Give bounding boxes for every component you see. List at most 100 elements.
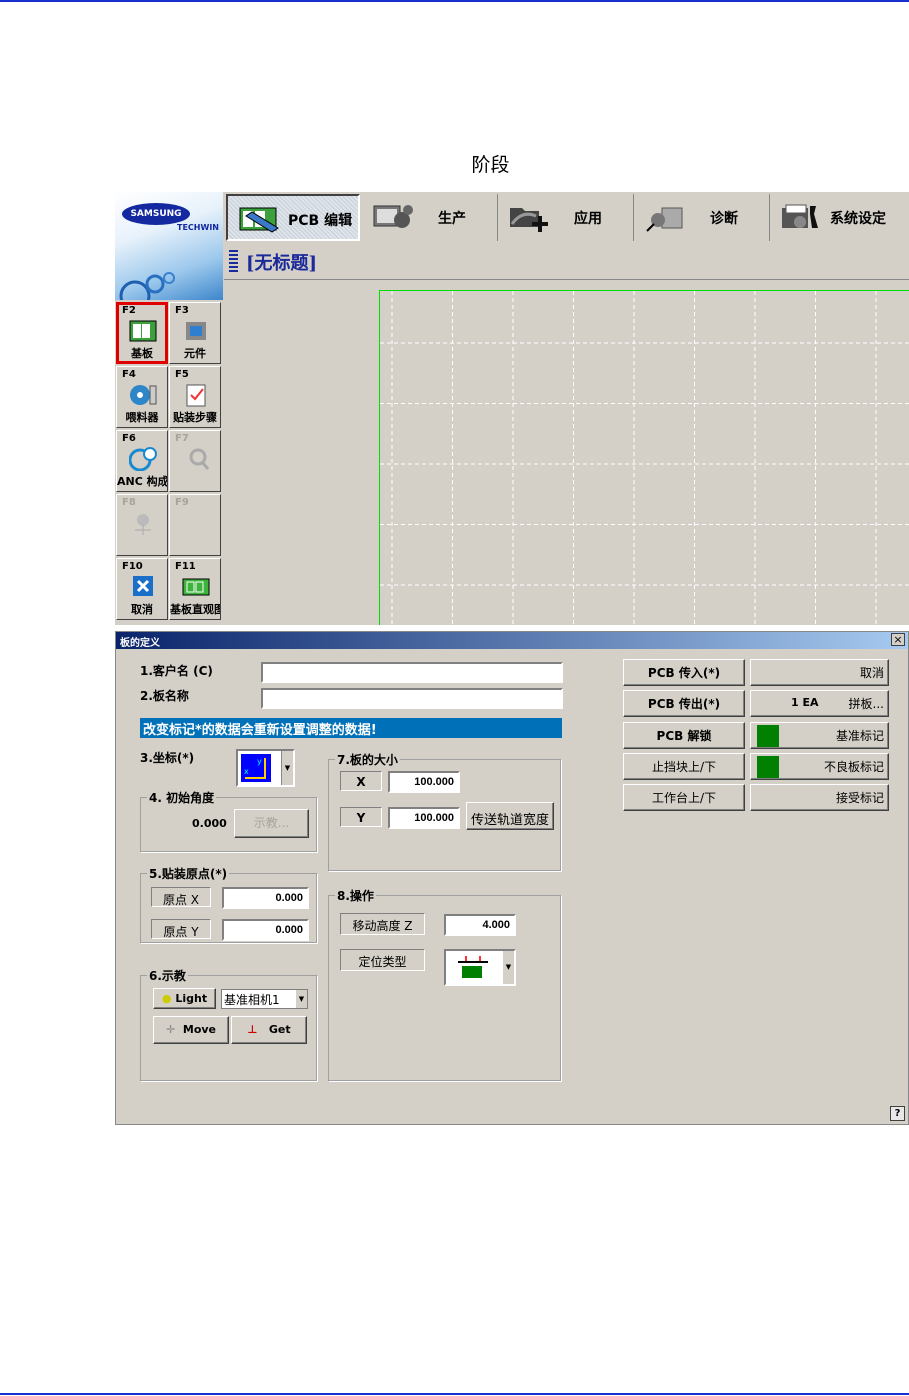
top-rule (0, 0, 909, 2)
fiducial-button[interactable]: 基准标记 (750, 722, 889, 749)
get-position-icon: ⊥ (247, 1023, 258, 1036)
chevron-down-icon[interactable]: ▼ (503, 951, 514, 984)
close-button[interactable]: × (891, 633, 905, 646)
stopper-button[interactable]: 止挡块上/下 (623, 753, 745, 780)
tab-production[interactable]: 生产 (362, 194, 498, 241)
fkey-button-f9[interactable]: F9 (169, 494, 221, 556)
fkey-label: F5 (175, 369, 189, 380)
component-chip-icon (186, 322, 206, 340)
document-title: [无标题] (246, 253, 318, 274)
light-button[interactable]: ● Light (153, 988, 216, 1009)
system-settings-icon (782, 204, 818, 228)
pcb-edit-icon (239, 207, 279, 233)
fiducial-label: 基准标记 (835, 729, 884, 743)
cancel-x-icon (133, 576, 153, 596)
fkey-caption: 元件 (184, 347, 206, 360)
fkey-label: F9 (175, 497, 189, 508)
fkey-button-f4[interactable]: F4 喂料器 (116, 366, 168, 428)
array-button[interactable]: 1 EA 拼板... (750, 690, 889, 717)
coord-select[interactable]: xy ▼ (236, 749, 295, 787)
group-title: 7.板的大小 (335, 751, 400, 768)
origin-x-input[interactable] (222, 887, 309, 909)
group-title: 6.示教 (147, 967, 188, 984)
bottom-rule (0, 1393, 909, 1395)
board-outline (379, 290, 909, 625)
board-view-icon (182, 578, 210, 596)
table-button[interactable]: 工作台上/下 (623, 784, 745, 811)
logo-brand: SAMSUNG (122, 203, 190, 225)
fiducial-status-indicator (757, 725, 779, 747)
samsung-techwin-logo: SAMSUNG TECHWIN (115, 192, 223, 300)
customer-label: 1.客户名 (C) (140, 664, 213, 678)
logo-bubbles (119, 272, 175, 300)
pcb-unlock-button[interactable]: PCB 解锁 (623, 722, 745, 749)
tab-pcb-edit[interactable]: PCB 编辑 (226, 194, 360, 241)
tab-label: 应用 (574, 211, 602, 227)
fkey-caption: 贴装步骤 (173, 411, 217, 424)
pcb-out-button[interactable]: PCB 传出(*) (623, 690, 745, 717)
fkey-button-f6[interactable]: F6 ANC 构成 (116, 430, 168, 492)
angle-value: 0.000 (192, 817, 227, 830)
fkey-button-f8[interactable]: F8 (116, 494, 168, 556)
array-count: 1 EA (791, 696, 819, 709)
origin-y-label: 原点 Y (151, 919, 211, 939)
array-label: 拼板... (848, 697, 884, 711)
document-title-bar: [无标题] (224, 243, 909, 280)
move-button[interactable]: ✛ Move (153, 1016, 229, 1044)
camera-select[interactable]: 基准相机1 ▼ (221, 989, 308, 1009)
customer-input[interactable] (261, 662, 563, 683)
size-y-input[interactable] (388, 807, 460, 829)
conveyor-width-button[interactable]: 传送轨道宽度 (466, 802, 554, 830)
tab-label: 系统设定 (830, 211, 886, 227)
diagnosis-icon (646, 207, 683, 232)
move-height-input[interactable] (444, 914, 516, 936)
stage-title: 阶段 (471, 154, 510, 176)
pcb-in-button[interactable]: PCB 传入(*) (623, 659, 745, 686)
bad-mark-status-indicator (757, 756, 779, 778)
locate-type-select[interactable]: ▼ (444, 949, 516, 986)
logo-sub: TECHWIN (177, 223, 219, 232)
search-icon (189, 448, 210, 470)
tab-system-settings[interactable]: 系统设定 (770, 194, 909, 241)
origin-y-input[interactable] (222, 919, 309, 941)
fkey-button-f7[interactable]: F7 (169, 430, 221, 492)
warning-banner: 改变标记*的数据会重新设置调整的数据! (140, 718, 562, 738)
size-x-label: X (340, 771, 382, 791)
get-label: Get (268, 1023, 291, 1036)
size-x-input[interactable] (388, 771, 460, 793)
bad-mark-button[interactable]: 不良板标记 (750, 753, 889, 780)
move-height-label: 移动高度 Z (340, 913, 425, 935)
fkey-caption: 基板 (131, 347, 153, 360)
fkey-button-f11[interactable]: F11 基板直观图 (169, 558, 221, 620)
fkey-button-f2[interactable]: F2 基板 (116, 302, 168, 364)
group-title: 5.贴装原点(*) (147, 865, 230, 882)
board-name-input[interactable] (261, 688, 563, 709)
application-folder-icon (510, 208, 548, 232)
dialog-title: 板的定义 (120, 638, 160, 649)
tab-label: 诊断 (710, 211, 738, 227)
fkey-label: F11 (175, 561, 196, 572)
fkey-label: F6 (122, 433, 136, 444)
fkey-button-f5[interactable]: F5 贴装步骤 (169, 366, 221, 428)
chevron-down-icon[interactable]: ▼ (296, 990, 307, 1008)
production-gears-icon (373, 205, 413, 228)
dialog-titlebar: 板的定义 × (116, 632, 908, 649)
cancel-button[interactable]: 取消 (750, 659, 889, 686)
tab-diagnosis[interactable]: 诊断 (634, 194, 770, 241)
fkey-button-f10[interactable]: F10 取消 (116, 558, 168, 620)
fkey-label: F3 (175, 305, 189, 316)
chevron-down-icon[interactable]: ▼ (281, 751, 293, 785)
fkey-button-f3[interactable]: F3 元件 (169, 302, 221, 364)
get-button[interactable]: ⊥ Get (231, 1016, 307, 1044)
tab-application[interactable]: 应用 (498, 194, 634, 241)
group-title: 8.操作 (335, 887, 376, 904)
coordinate-axes-icon: xy (241, 754, 271, 782)
size-y-label: Y (340, 807, 382, 827)
accept-mark-button[interactable]: 接受标记 (750, 784, 889, 811)
fkey-label: F4 (122, 369, 136, 380)
fkey-caption: 基板直观图 (170, 603, 220, 616)
tab-label: PCB 编辑 (288, 213, 353, 229)
pcb-canvas[interactable] (224, 281, 909, 625)
help-button[interactable]: ? (890, 1106, 905, 1121)
teach-angle-button[interactable]: 示教... (234, 809, 309, 838)
